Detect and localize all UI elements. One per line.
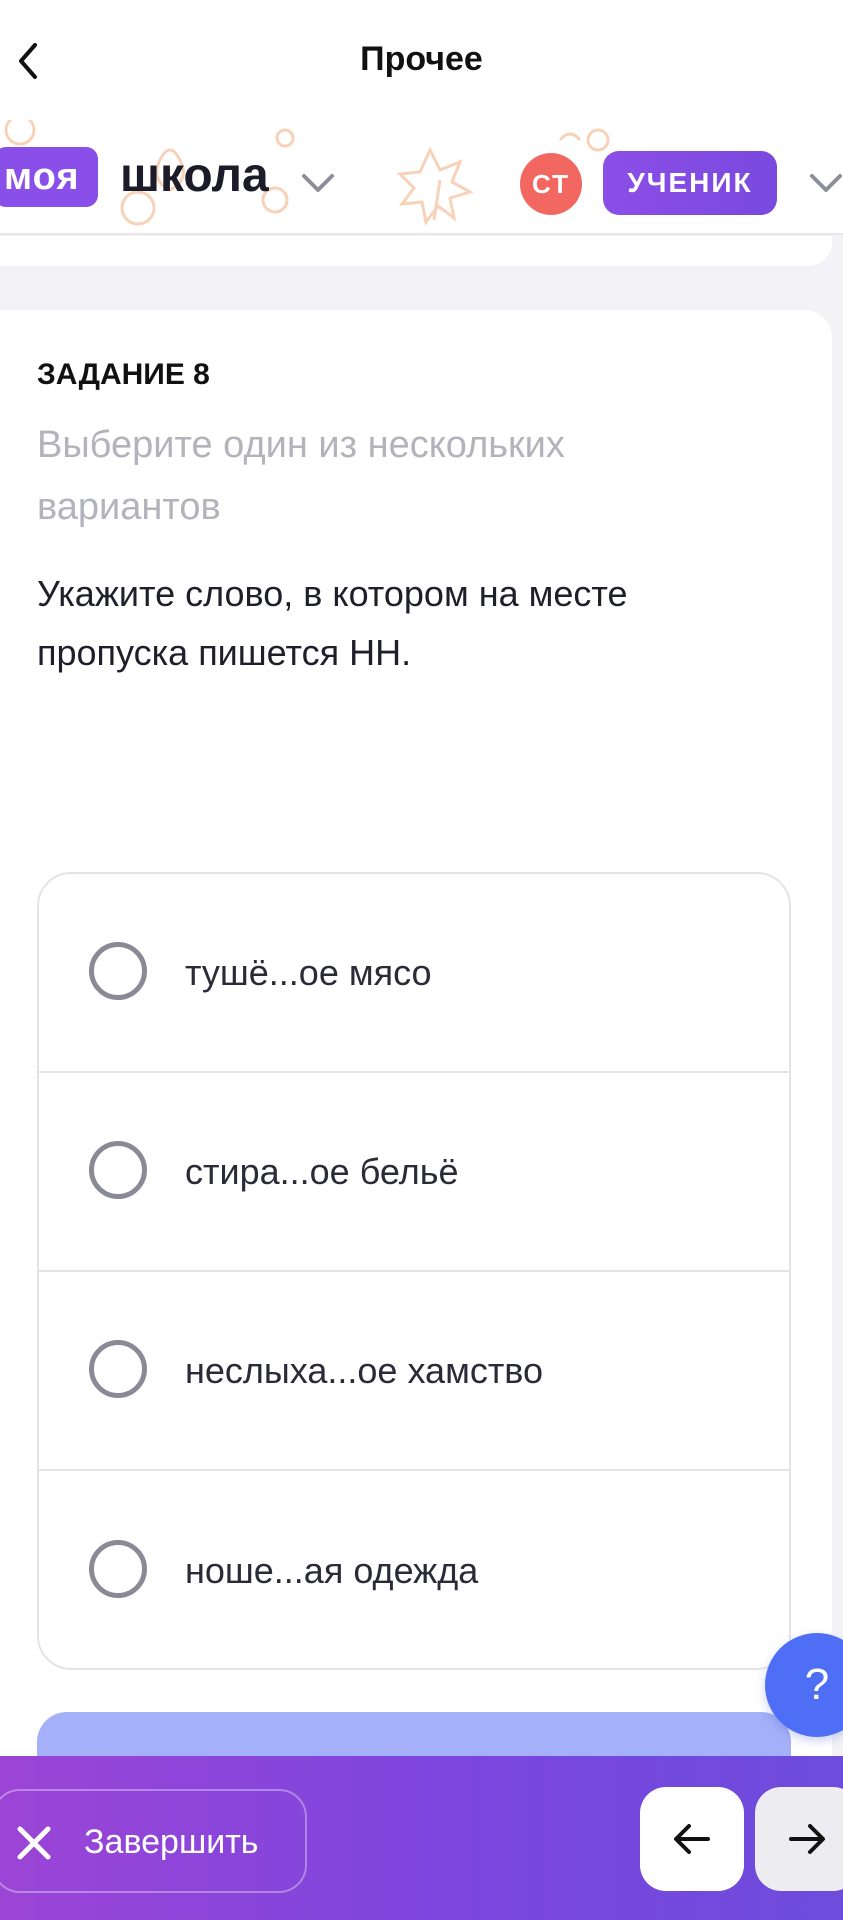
option-label: неслыха...ое хамство <box>185 1349 544 1391</box>
option-label: тушё...ое мясо <box>185 951 432 993</box>
brand-header: моя школа СТ УЧЕНИК <box>0 120 843 235</box>
arrow-right-icon <box>789 1824 825 1854</box>
logo-badge: моя <box>0 147 98 207</box>
finish-button[interactable]: Завершить <box>0 1789 307 1893</box>
top-nav: Прочее <box>0 0 843 120</box>
answer-option[interactable]: стира...ое бельё <box>39 1073 789 1272</box>
task-type: Выберите один из нескольких вариантов <box>37 424 565 528</box>
task-label: ЗАДАНИЕ 8 <box>37 358 210 391</box>
previous-card-edge <box>0 236 832 266</box>
question-text: Укажите слово, в котором на месте пропус… <box>37 573 628 673</box>
previous-button[interactable] <box>640 1787 744 1891</box>
next-button[interactable] <box>755 1787 843 1891</box>
answer-option[interactable]: ноше...ая одежда <box>39 1471 789 1668</box>
finish-label: Завершить <box>84 1823 259 1861</box>
radio-button[interactable] <box>89 1539 147 1598</box>
option-label: ноше...ая одежда <box>185 1549 479 1591</box>
task-card: ЗАДАНИЕ 8 Выберите один из нескольких ва… <box>0 310 832 1810</box>
option-label: стира...ое бельё <box>185 1150 459 1192</box>
close-icon <box>17 1826 51 1860</box>
arrow-left-icon <box>674 1824 710 1854</box>
radio-button[interactable] <box>89 1140 147 1199</box>
role-chevron-down-icon[interactable] <box>808 172 843 194</box>
page-title: Прочее <box>360 40 483 78</box>
chevron-down-icon[interactable] <box>300 172 336 194</box>
role-badge[interactable]: УЧЕНИК <box>603 151 777 215</box>
answer-option[interactable]: неслыха...ое хамство <box>39 1272 789 1471</box>
answer-options: тушё...ое мясо стира...ое бельё неслыха.… <box>37 872 791 1670</box>
answer-option[interactable]: тушё...ое мясо <box>39 874 789 1073</box>
bottom-bar: Завершить <box>0 1756 843 1920</box>
radio-button[interactable] <box>89 941 147 1000</box>
logo-text: школа <box>120 149 269 202</box>
radio-button[interactable] <box>89 1339 147 1398</box>
avatar[interactable]: СТ <box>520 153 582 215</box>
